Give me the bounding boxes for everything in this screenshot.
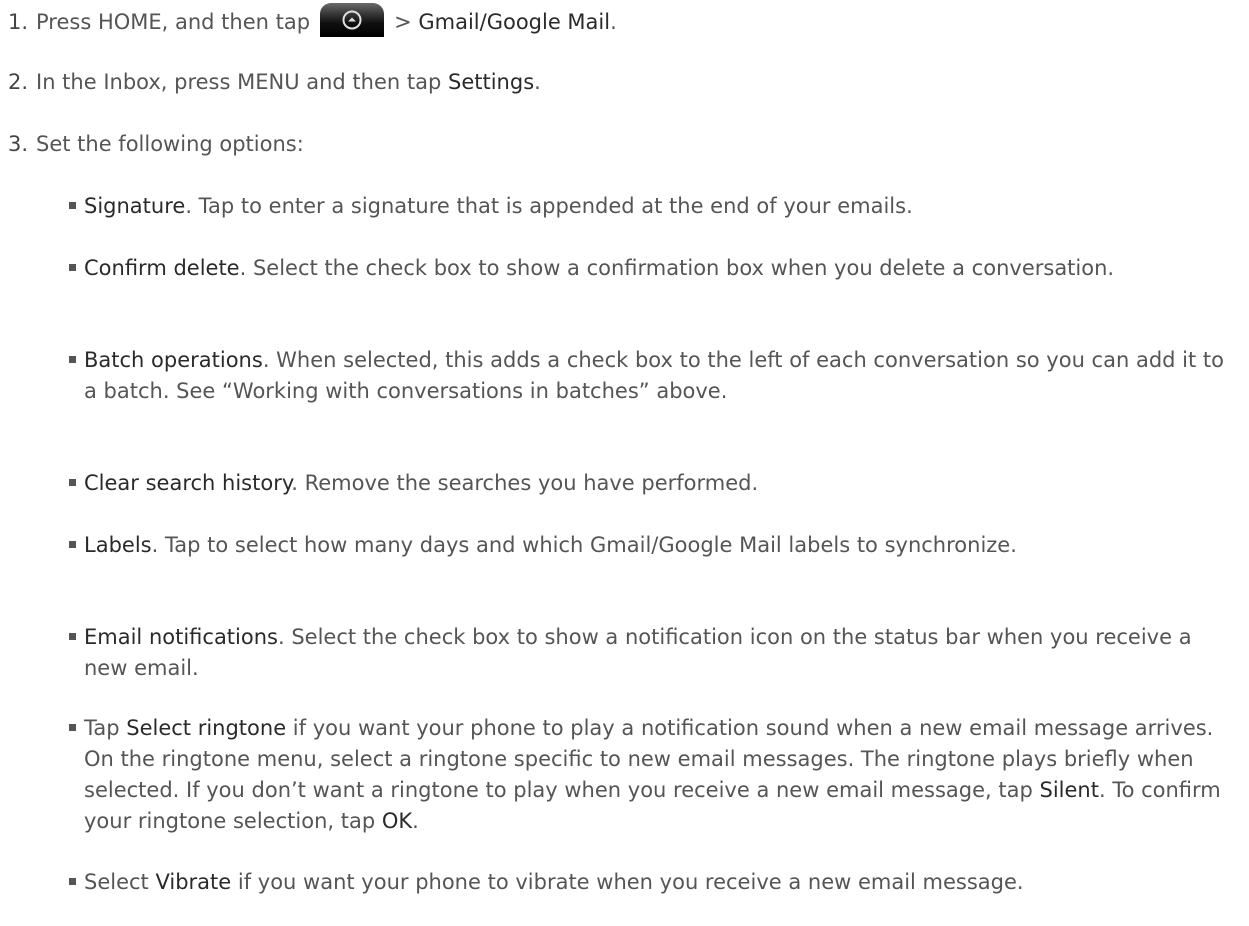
bullet-marker	[69, 633, 76, 640]
step-tail: .	[610, 10, 617, 34]
step-number: 3.	[8, 132, 29, 156]
step-tail: .	[534, 70, 541, 94]
option-description: . Select the check box to show a confirm…	[239, 256, 1115, 280]
step-number: 2.	[8, 70, 29, 94]
option-signature: Signature. Tap to enter a signature that…	[69, 191, 1224, 222]
bullet-marker	[69, 202, 76, 209]
option-text: Labels. Tap to select how many days and …	[84, 530, 1224, 561]
option-term: Confirm delete	[84, 256, 240, 280]
option-text: Select Vibrate if you want your phone to…	[84, 867, 1224, 898]
option-term: Batch operations	[84, 348, 263, 372]
option-select-ringtone: Tap Select ringtone if you want your pho…	[69, 713, 1224, 837]
option-labels: Labels. Tap to select how many days and …	[69, 530, 1224, 561]
circle-up-arrow-icon	[342, 10, 362, 30]
option-term: Vibrate	[155, 870, 232, 894]
option-description: . Remove the searches you have performed…	[291, 471, 759, 495]
option-text: Signature. Tap to enter a signature that…	[84, 191, 1224, 222]
bullet-marker	[69, 479, 76, 486]
step-text-after-icon: >	[394, 10, 419, 34]
step-text: In the Inbox, press MENU and then tap	[36, 70, 448, 94]
step-1: 1. Press HOME, and then tap > Gmail/Google…	[8, 3, 617, 40]
bullet-marker	[69, 724, 76, 731]
option-batch-operations: Batch operations. When selected, this ad…	[69, 345, 1224, 407]
option-text: Clear search history. Remove the searche…	[84, 468, 1224, 499]
all-apps-home-icon	[320, 3, 385, 37]
option-description: . Tap to enter a signature that is appen…	[185, 194, 913, 218]
step-3: 3. Set the following options:	[8, 129, 304, 159]
bullet-marker	[69, 878, 76, 885]
option-term: Signature	[84, 194, 186, 218]
settings-term: Settings	[448, 70, 535, 94]
option-text: Email notifications. Select the check bo…	[84, 622, 1224, 684]
step-text: Set the following options:	[36, 132, 304, 156]
step-text: Press HOME, and then tap	[36, 10, 311, 34]
option-clear-search-history: Clear search history. Remove the searche…	[69, 468, 1224, 499]
option-term: Email notifications	[84, 625, 278, 649]
option-description: . Tap to select how many days and which …	[151, 533, 1017, 557]
app-name-gmail: Gmail/Google Mail	[418, 10, 611, 34]
option-term: OK	[381, 809, 413, 833]
option-confirm-delete: Confirm delete. Select the check box to …	[69, 253, 1224, 284]
option-vibrate: Select Vibrate if you want your phone to…	[69, 867, 1224, 898]
step-number: 1.	[8, 10, 29, 34]
option-text: Tap Select ringtone if you want your pho…	[84, 713, 1224, 837]
bullet-marker	[69, 541, 76, 548]
option-term: Labels	[84, 533, 152, 557]
bullet-marker	[69, 264, 76, 271]
option-term: Silent	[1039, 778, 1099, 802]
option-description: Tap	[84, 716, 127, 740]
option-description: Select	[84, 870, 156, 894]
step-2: 2. In the Inbox, press MENU and then tap …	[8, 67, 541, 97]
option-text: Confirm delete. Select the check box to …	[84, 253, 1224, 284]
manual-page: 1. Press HOME, and then tap > Gmail/Google…	[0, 0, 1249, 926]
bullet-marker	[69, 356, 76, 363]
option-text: Batch operations. When selected, this ad…	[84, 345, 1224, 407]
option-term: Select ringtone	[126, 716, 287, 740]
option-description: if you want your phone to vibrate when y…	[231, 870, 1024, 894]
option-term: Clear search history	[84, 471, 292, 495]
option-email-notifications: Email notifications. Select the check bo…	[69, 622, 1224, 684]
option-description: .	[412, 809, 419, 833]
